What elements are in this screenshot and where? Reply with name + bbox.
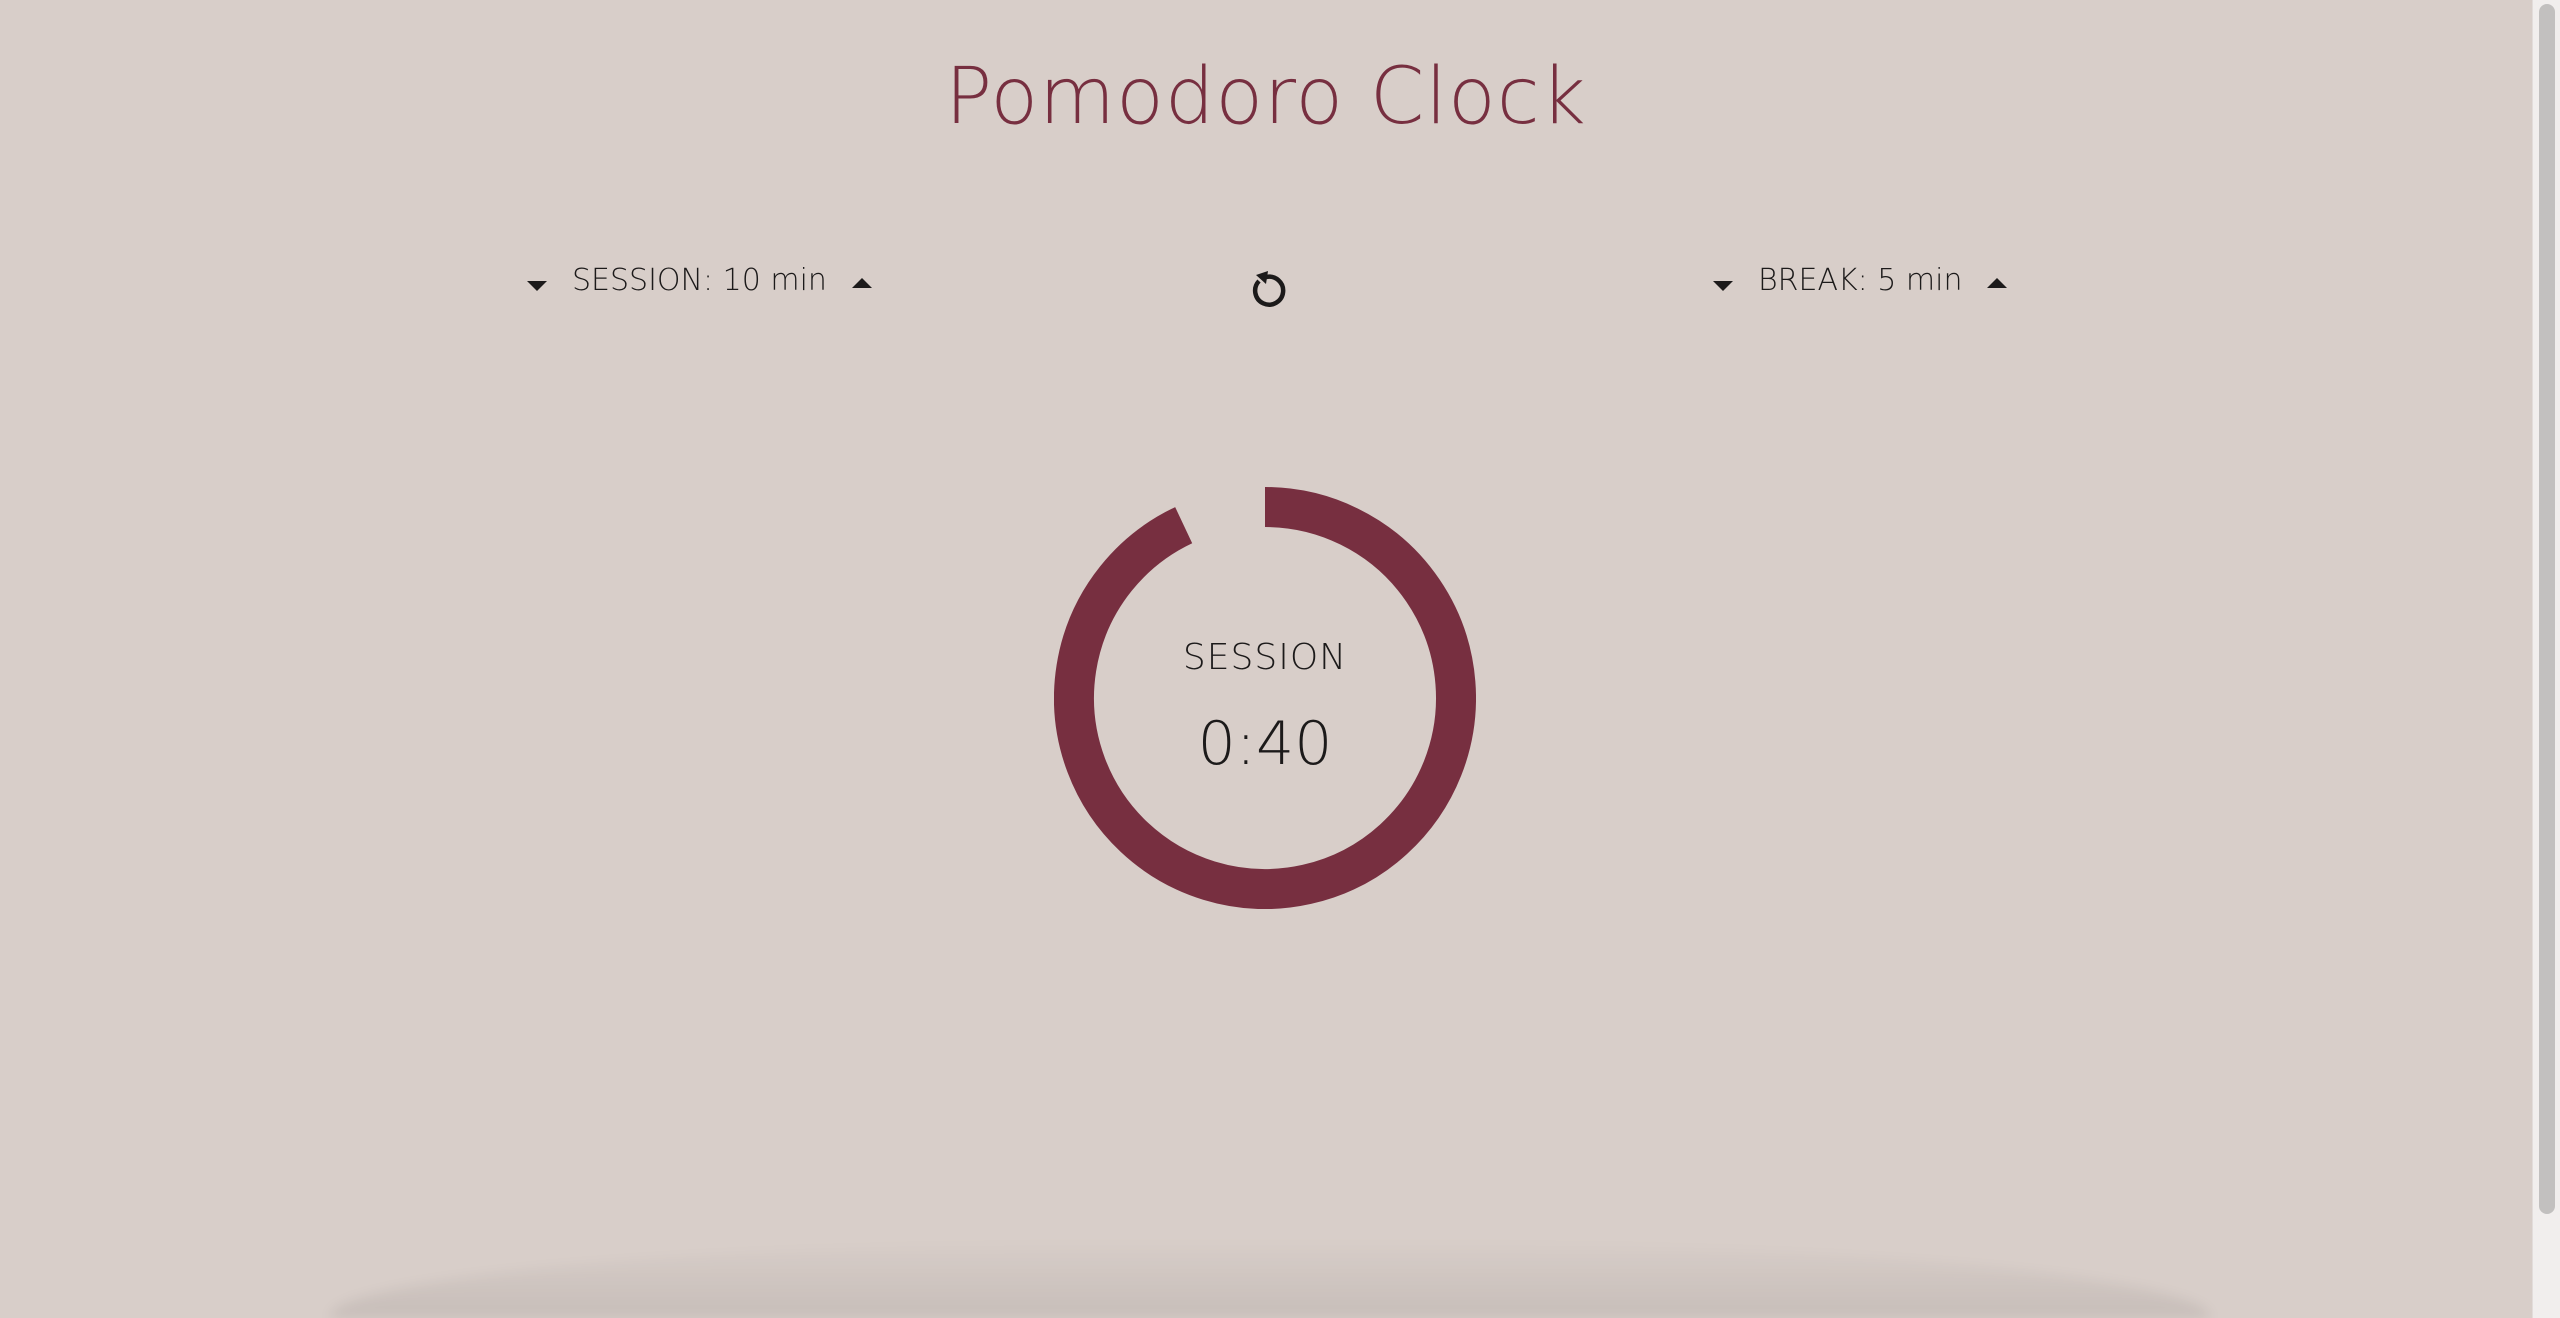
caret-up-icon xyxy=(851,278,872,288)
caret-down-icon xyxy=(1713,281,1733,291)
break-length-label: BREAK: 5 min xyxy=(1758,262,1963,298)
caret-up-icon xyxy=(1987,278,2008,288)
break-increase-button[interactable] xyxy=(1982,265,2012,295)
bottom-shadow xyxy=(330,1240,2210,1318)
reset-button[interactable] xyxy=(1238,261,1294,317)
progress-arc xyxy=(1054,487,1476,909)
caret-down-icon xyxy=(527,281,547,291)
session-increase-button[interactable] xyxy=(847,265,877,295)
session-length-control: SESSION: 10 min xyxy=(522,255,877,305)
break-length-control: BREAK: 5 min xyxy=(1708,255,2012,305)
timer-ring[interactable]: SESSION 0:40 xyxy=(1054,487,1476,909)
session-length-label: SESSION: 10 min xyxy=(572,262,827,298)
scrollbar-thumb[interactable] xyxy=(2539,4,2555,1214)
timer-countdown: 0:40 xyxy=(1197,709,1333,779)
app-page: Pomodoro Clock SESSION: 10 min BREAK: 5 … xyxy=(0,0,2532,1318)
vertical-scrollbar[interactable] xyxy=(2532,0,2560,1318)
session-decrease-button[interactable] xyxy=(522,265,552,295)
settings-controls: SESSION: 10 min BREAK: 5 min xyxy=(0,255,2532,315)
timer-mode-label: SESSION xyxy=(1182,637,1348,678)
reset-icon xyxy=(1252,271,1286,307)
break-decrease-button[interactable] xyxy=(1708,265,1738,295)
page-title: Pomodoro Clock xyxy=(945,52,1587,142)
progress-ring xyxy=(1054,487,1476,909)
